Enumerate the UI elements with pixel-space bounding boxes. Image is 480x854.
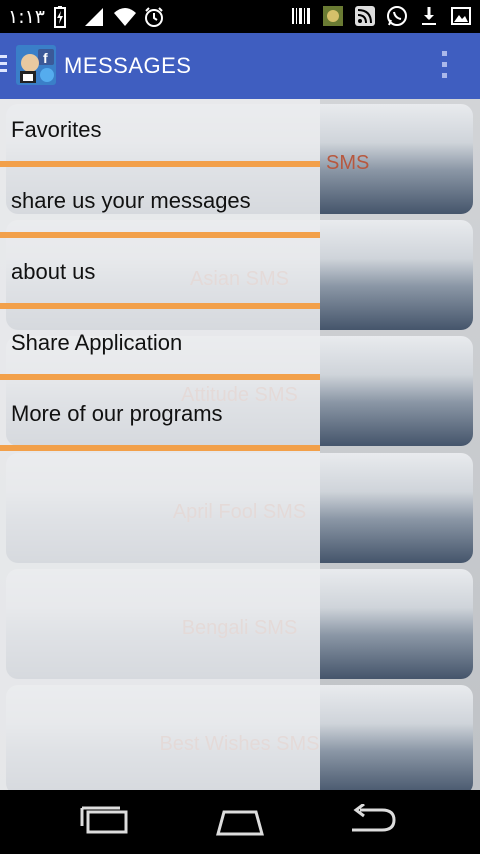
drawer-divider	[0, 374, 320, 380]
action-bar: f MESSAGES	[0, 33, 480, 99]
download-icon	[418, 5, 440, 27]
system-nav-bar	[0, 790, 480, 854]
status-bar-left: ١:١٣	[8, 6, 165, 28]
signal-icon	[83, 6, 105, 28]
drawer-item-label: Favorites	[11, 117, 102, 142]
drawer-item-label: share us your messages	[11, 188, 251, 213]
recent-apps-icon[interactable]	[78, 804, 134, 840]
back-icon[interactable]	[346, 802, 402, 840]
drawer-divider	[0, 303, 320, 309]
drawer-item-about-us[interactable]: about us	[0, 241, 320, 312]
drawer-item-share-messages[interactable]: share us your messages	[0, 170, 320, 241]
drawer-item-favorites[interactable]: Favorites	[0, 99, 320, 170]
whatsapp-icon	[386, 5, 408, 27]
drawer-item-share-application[interactable]: Share Application	[0, 312, 320, 383]
barcode-icon	[290, 5, 312, 27]
page-title: MESSAGES	[64, 53, 192, 78]
drawer-item-label: Share Application	[11, 330, 183, 355]
app-logo-icon[interactable]: f	[16, 45, 56, 85]
alarm-icon	[143, 6, 165, 28]
drawer-item-more-programs[interactable]: More of our programs	[0, 383, 320, 454]
navigation-drawer: Favorites share us your messages about u…	[0, 99, 320, 790]
drawer-item-label: More of our programs	[11, 401, 223, 426]
drawer-toggle-icon[interactable]	[0, 55, 8, 77]
overflow-menu-icon[interactable]	[442, 51, 448, 81]
svg-text:f: f	[43, 50, 48, 66]
category-label: SMS	[326, 152, 370, 174]
rss-icon	[354, 5, 376, 27]
drawer-divider	[0, 161, 320, 167]
drawer-divider	[0, 232, 320, 238]
battery-icon	[53, 6, 75, 28]
status-time: ١:١٣	[8, 6, 46, 28]
drawer-divider	[0, 445, 320, 451]
home-icon[interactable]	[212, 804, 268, 840]
status-bar: ١:١٣	[0, 0, 480, 33]
image-icon	[450, 5, 472, 27]
status-bar-right	[290, 5, 472, 27]
drawer-item-label: about us	[11, 259, 96, 284]
app-icon	[322, 5, 344, 27]
wifi-icon	[113, 6, 137, 28]
